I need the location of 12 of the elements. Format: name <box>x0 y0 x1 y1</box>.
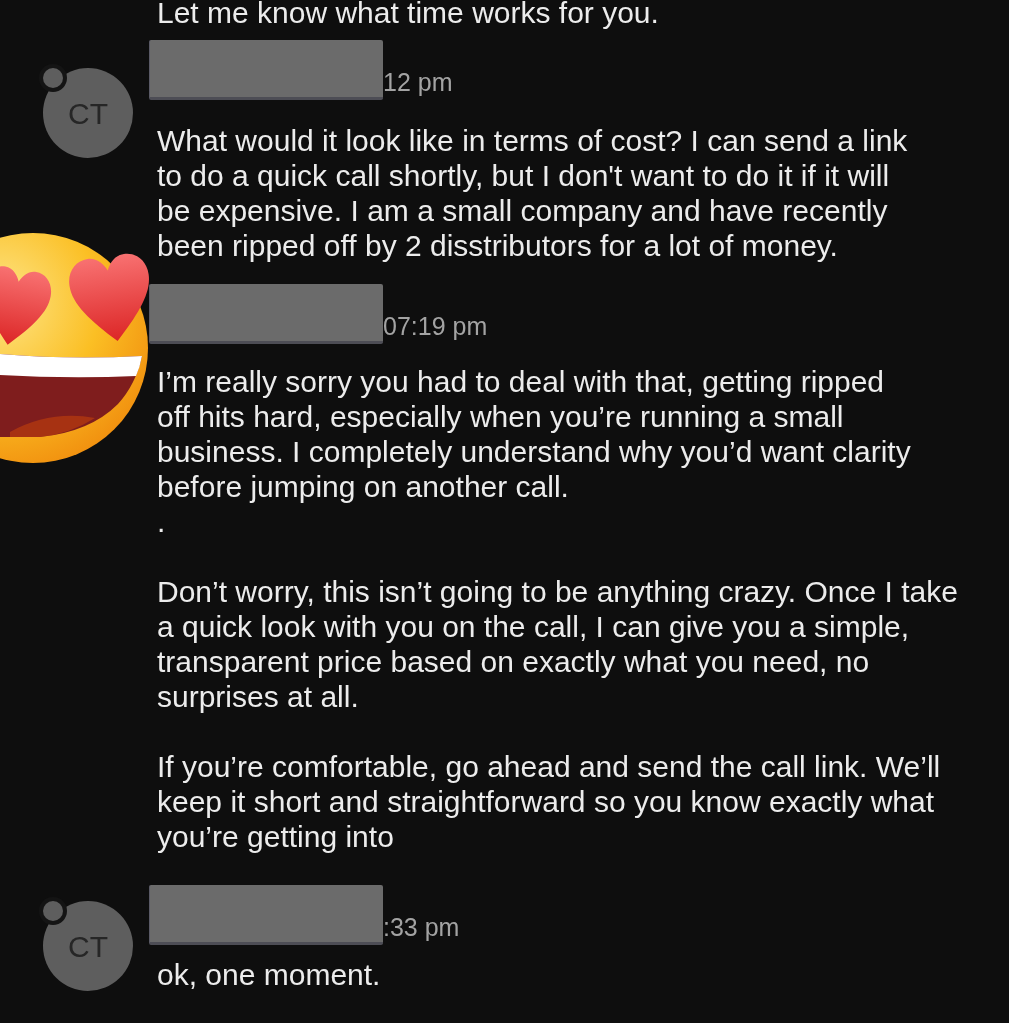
message-text: What would it look like in terms of cost? I can send a link to do a quick call shortly, but I don't want to do it if it will be expensive. I am a small company and have recently been ripped off by 2 disstributors for a lot of money. <box>156 123 908 263</box>
heart-eyes-emoji-icon <box>0 232 150 465</box>
status-ring-icon <box>38 63 68 93</box>
avatar: CT <box>43 901 133 991</box>
message-time: :33 pm <box>383 913 460 941</box>
message-text: I’m really sorry you had to deal with that, getting ripped off hits hard, especially when you’re running a small business. I completely understand why you’d want clarity before jumping on another call. . Don’t worry, this isn’t going to be anything crazy. Once I take a quick look with you on the call, I can give you a simple, transparent price based on exactly what you need, no surprises at all. If you’re comfortable, go ahead and send the call link. We’ll keep it short and straightforward so you know exactly what you’re getting into <box>156 364 958 854</box>
status-ring-icon <box>38 896 68 926</box>
message-text: ok, one moment. <box>156 957 382 992</box>
message-text: Let me know what time works for you. <box>157 0 659 30</box>
avatar: CT <box>43 68 133 158</box>
message-time: 12 pm <box>383 68 453 96</box>
message-time: 07:19 pm <box>383 312 488 340</box>
